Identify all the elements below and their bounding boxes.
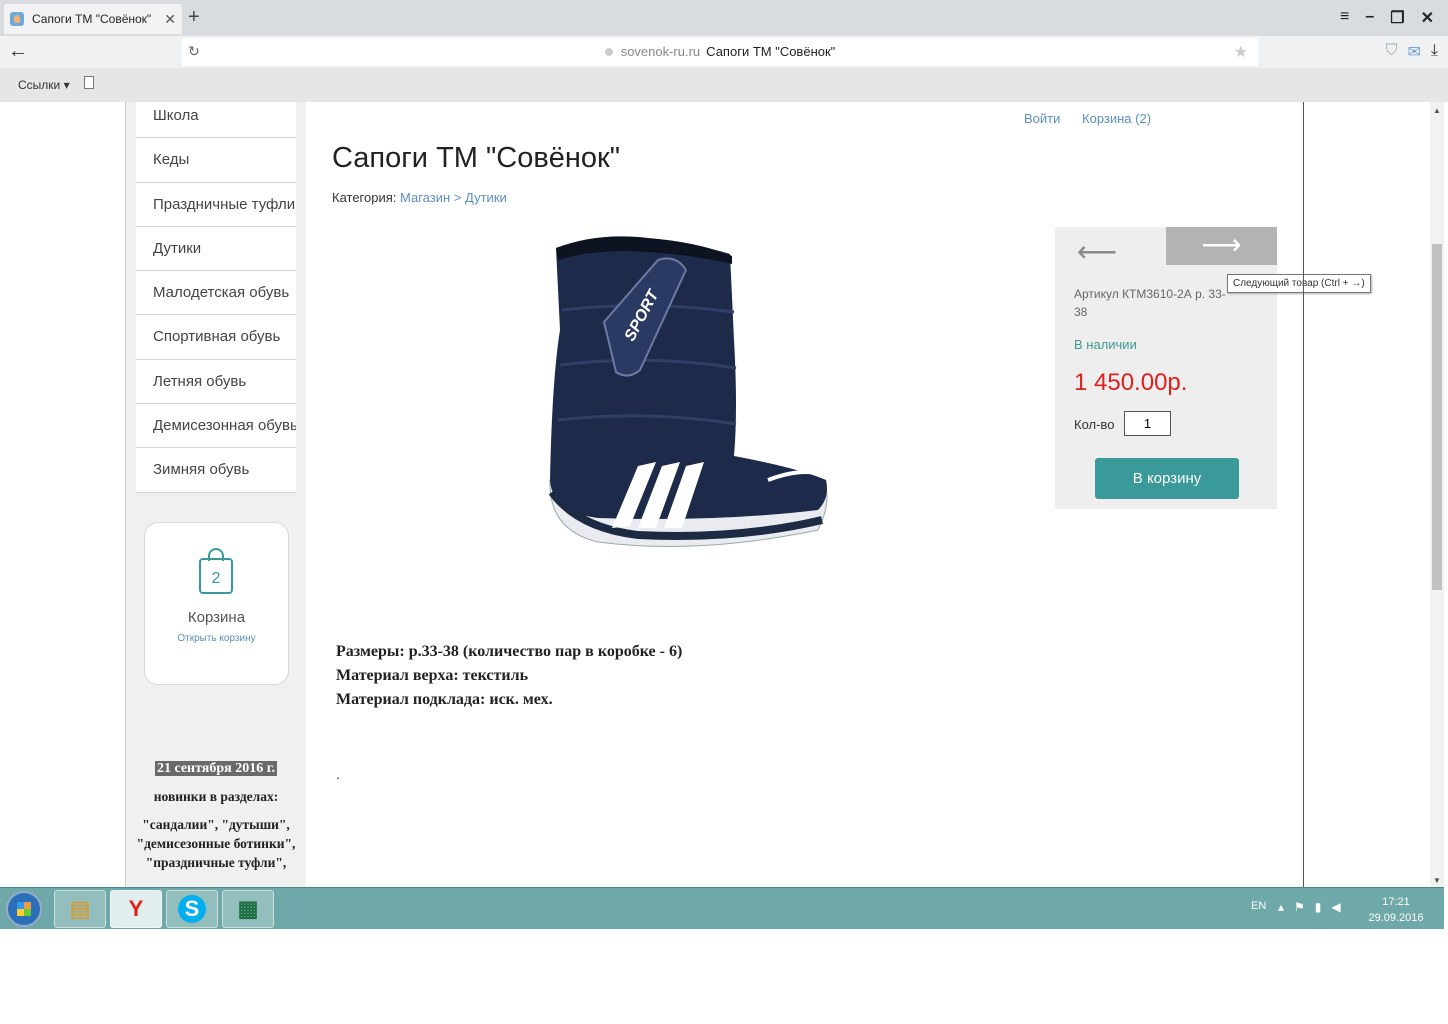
menu-item-sneakers[interactable]: Кеды — [136, 138, 296, 183]
breadcrumb-separator: > — [453, 190, 462, 205]
new-tab-icon[interactable]: + — [188, 6, 200, 29]
minimize-icon[interactable]: – — [1365, 8, 1374, 28]
system-tray: ▴⚑▮◀ — [1278, 900, 1351, 914]
cart-title: Корзина — [187, 609, 246, 626]
login-link[interactable]: Войти — [1024, 111, 1060, 126]
menu-item-summer-shoes[interactable]: Летняя обувь — [136, 359, 296, 405]
product-image[interactable]: SPORT — [538, 230, 838, 558]
bookmarks-links-menu[interactable]: Ссылки ▾ — [18, 78, 70, 92]
tray-expand-icon[interactable]: ▴ — [1278, 900, 1294, 914]
clock-date: 29.09.2016 — [1368, 912, 1424, 924]
back-arrow-icon[interactable]: ← — [8, 40, 28, 63]
main-content: Войти Корзина (2) Сапоги ТМ "Совёнок" Ка… — [306, 102, 1371, 887]
menu-item-toddler-shoes[interactable]: Малодетская обувь — [136, 271, 296, 316]
buy-panel: ⟵ ⟶ Артикул КТМ3610-2А р. 33-38 В наличи… — [1055, 227, 1277, 509]
description-sizes: Размеры: р.33-38 (количество пар в короб… — [336, 643, 683, 660]
breadcrumb: Категория: Магазин > Дутики — [332, 190, 507, 205]
bookmarks-bar: Ссылки ▾ — [0, 68, 1448, 102]
clock-time: 17:21 — [1382, 896, 1410, 908]
close-window-icon[interactable]: ✕ — [1421, 8, 1434, 28]
news-date: 21 сентября 2016 г. — [154, 761, 278, 776]
category-menu: Школа Кеды Праздничные туфли Дутики Мало… — [136, 102, 296, 493]
quantity-label: Кол-во — [1074, 417, 1115, 432]
flag-icon[interactable]: ⚑ — [1294, 900, 1315, 914]
browser-tab-bar: Сапоги ТМ "Совёнок" ✕ + ≡ – ❐ ✕ — [0, 0, 1448, 36]
breadcrumb-shop-link[interactable]: Магазин — [400, 190, 450, 205]
product-price: 1 450.00р. — [1074, 369, 1188, 396]
shopping-bag-icon: 2 — [199, 548, 233, 594]
next-product-tooltip: Следующий товар (Ctrl + →) — [1227, 274, 1371, 293]
address-text: sovenok-ru.ru Сапоги ТМ "Совёнок" — [182, 44, 1258, 59]
menu-item-dutiki[interactable]: Дутики — [136, 226, 296, 272]
site-favicon-icon — [10, 12, 24, 26]
open-cart-link[interactable]: Открыть корзину — [145, 633, 288, 644]
windows-taskbar: ▤ Y S ▦ EN ▴⚑▮◀ 17:21 29.09.2016 — [0, 887, 1444, 929]
menu-icon[interactable]: ≡ — [1340, 8, 1349, 28]
site-info-icon[interactable] — [604, 48, 613, 56]
volume-icon[interactable]: ◀ — [1331, 900, 1350, 914]
user-links: Войти Корзина (2) — [1024, 111, 1169, 126]
bookmark-star-icon[interactable]: ★ — [1234, 42, 1248, 62]
category-label: Категория: — [332, 190, 397, 205]
breadcrumb-category-link[interactable]: Дутики — [465, 190, 507, 205]
url-page-title: Сапоги ТМ "Совёнок" — [706, 44, 836, 59]
browser-nav-bar: ← ↻ sovenok-ru.ru Сапоги ТМ "Совёнок" ★ ⛉… — [0, 36, 1448, 68]
product-description: Размеры: р.33-38 (количество пар в короб… — [336, 640, 682, 712]
address-bar[interactable]: ↻ sovenok-ru.ru Сапоги ТМ "Совёнок" ★ — [182, 38, 1258, 66]
tab-close-icon[interactable]: ✕ — [164, 11, 176, 28]
mail-icon[interactable]: ✉ — [1408, 42, 1421, 62]
tab-title: Сапоги ТМ "Совёнок" — [32, 12, 152, 26]
network-icon[interactable]: ▮ — [1315, 900, 1332, 914]
header-cart-link[interactable]: Корзина (2) — [1082, 111, 1151, 126]
scroll-down-arrow-icon[interactable]: ▼ — [1433, 876, 1441, 885]
download-icon[interactable]: ⤓ — [1431, 42, 1438, 62]
yandex-icon[interactable]: Y — [110, 890, 162, 928]
shield-icon[interactable]: ⛉ — [1386, 42, 1398, 62]
sidebar: Школа Кеды Праздничные туфли Дутики Мало… — [126, 102, 306, 887]
description-upper-material: Материал верха: текстиль — [336, 667, 529, 684]
browser-extensions: ⛉ ✉ ⤓ — [1386, 42, 1439, 62]
browser-tab[interactable]: Сапоги ТМ "Совёнок" ✕ — [4, 4, 182, 34]
add-to-cart-button[interactable]: В корзину — [1095, 458, 1239, 499]
language-indicator[interactable]: EN — [1251, 900, 1266, 912]
menu-item-school[interactable]: Школа — [136, 102, 296, 139]
menu-item-sport-shoes[interactable]: Спортивная обувь — [136, 315, 296, 360]
menu-item-demi-season-shoes[interactable]: Демисезонная обувь — [136, 404, 296, 449]
document-icon[interactable] — [84, 76, 94, 89]
product-sku: Артикул КТМ3610-2А р. 33-38 — [1074, 287, 1226, 319]
url-host: sovenok-ru.ru — [620, 44, 701, 59]
excel-icon[interactable]: ▦ — [222, 890, 274, 928]
explorer-icon[interactable]: ▤ — [54, 890, 106, 928]
scrollbar-thumb[interactable] — [1432, 244, 1442, 590]
news-block: 21 сентября 2016 г. новинки в разделах: … — [134, 758, 298, 872]
availability-status: В наличии — [1074, 337, 1137, 352]
menu-item-winter-shoes[interactable]: Зимняя обувь — [136, 448, 296, 493]
menu-item-party-shoes[interactable]: Праздничные туфли — [136, 182, 296, 227]
content-right-border — [1303, 102, 1304, 887]
clock[interactable]: 17:21 29.09.2016 — [1368, 894, 1424, 926]
cart-widget[interactable]: 2 Корзина Открыть корзину — [144, 522, 289, 685]
news-body: "сандалии", "дутыши", "демисезонные боти… — [136, 817, 296, 870]
cart-count: 2 — [212, 570, 221, 587]
windows-start-icon[interactable] — [6, 891, 42, 927]
window-controls: ≡ – ❐ ✕ — [1340, 8, 1434, 28]
next-product-arrow-icon[interactable]: ⟶ — [1166, 227, 1277, 265]
screen: Сапоги ТМ "Совёнок" ✕ + ≡ – ❐ ✕ ← ↻ sove… — [0, 0, 1448, 1024]
previous-product-arrow-icon[interactable]: ⟵ — [1077, 235, 1117, 268]
quantity-input[interactable] — [1124, 411, 1171, 436]
product-title: Сапоги ТМ "Совёнок" — [332, 142, 621, 174]
scroll-up-arrow-icon[interactable]: ▲ — [1433, 106, 1441, 115]
news-heading: новинки в разделах: — [153, 789, 279, 804]
description-lining-material: Материал подклада: иск. мех. — [336, 691, 553, 708]
skype-icon[interactable]: S — [166, 890, 218, 928]
page-viewport: Школа Кеды Праздничные туфли Дутики Мало… — [0, 102, 1430, 887]
description-trailing-dot: . — [336, 766, 340, 782]
restore-icon[interactable]: ❐ — [1390, 8, 1404, 28]
page-scrollbar[interactable]: ▲ ▼ — [1430, 102, 1444, 887]
